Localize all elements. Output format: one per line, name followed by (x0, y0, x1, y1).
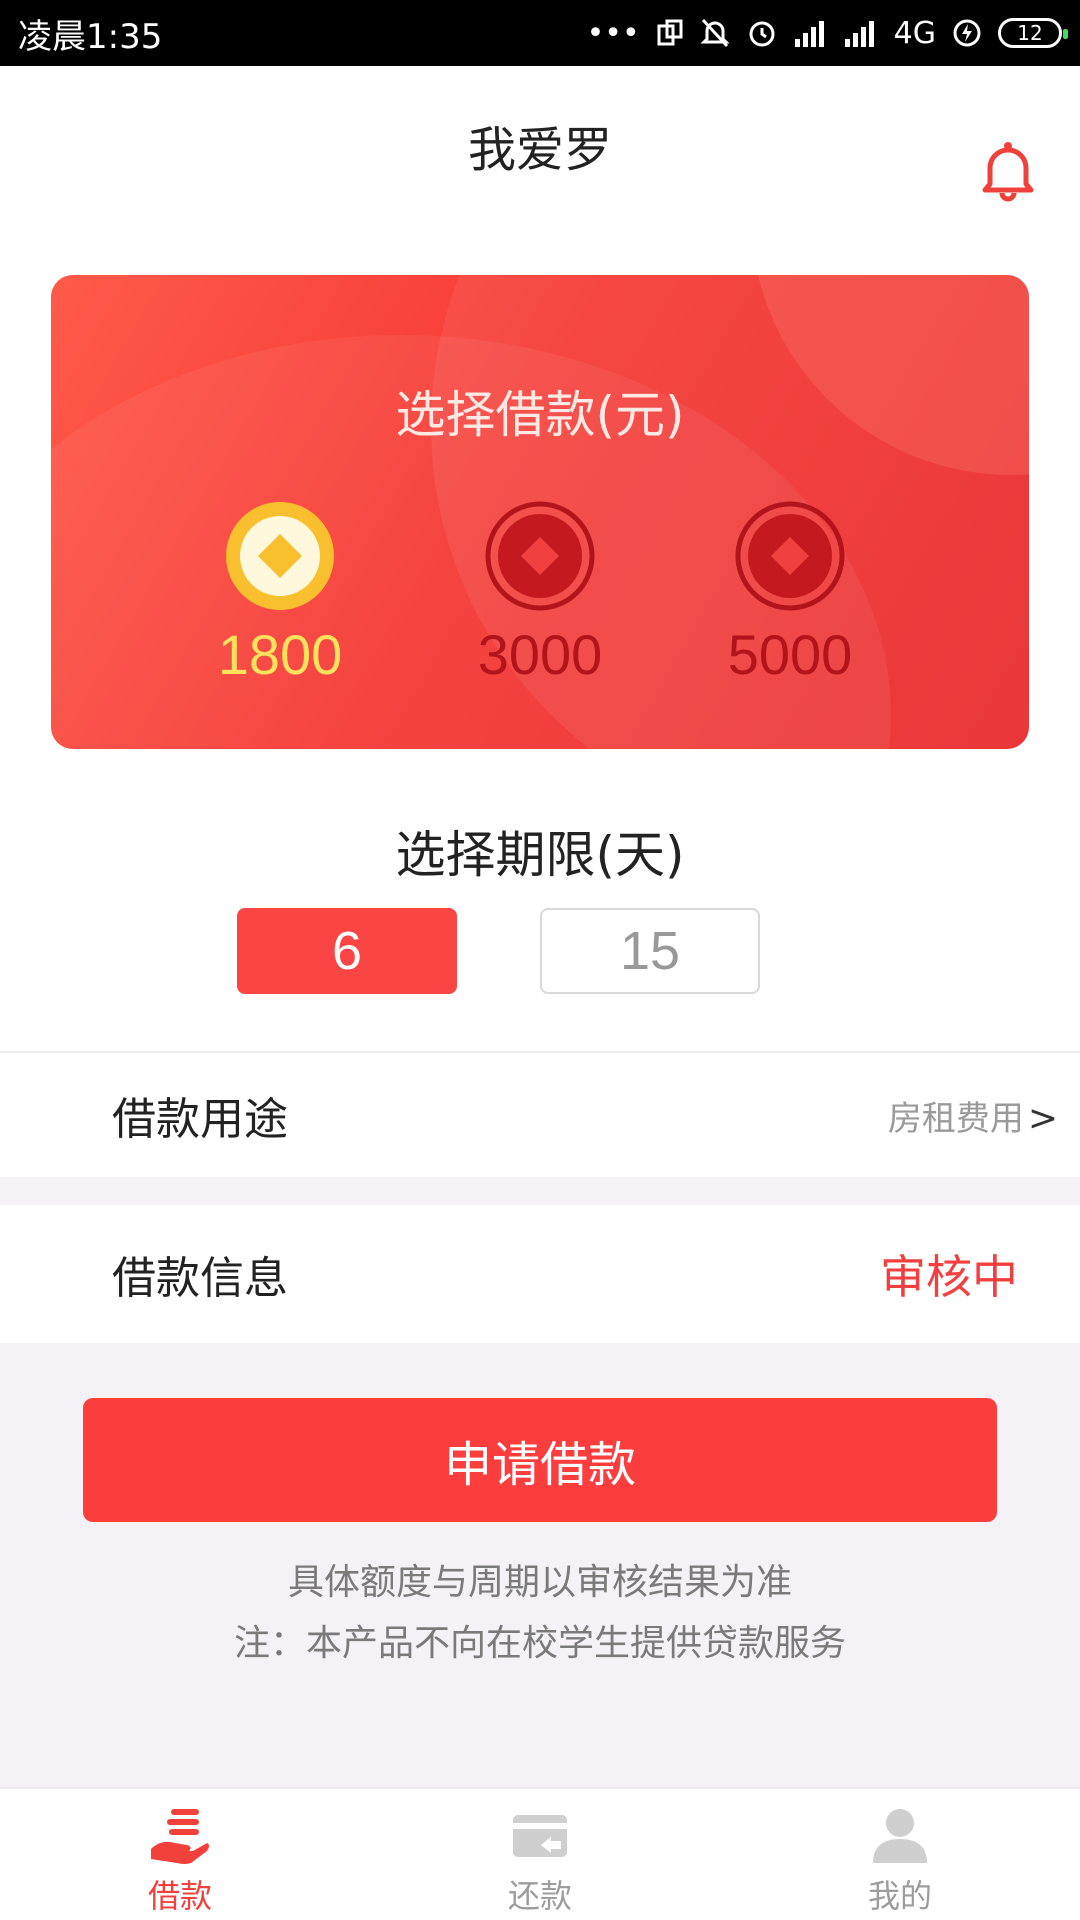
section-divider (0, 1177, 1080, 1205)
bottom-tab-bar: 借款 还款 我的 (0, 1787, 1080, 1920)
battery-icon: 12 (998, 18, 1068, 48)
amount-card: 选择借款(元) 1800 3000 5000 (51, 275, 1029, 749)
loan-info-row[interactable]: 借款信息 审核中 (0, 1205, 1080, 1343)
amount-label: 5000 (727, 623, 853, 686)
amount-label: 3000 (477, 623, 603, 686)
tab-label: 借款 (147, 1877, 212, 1915)
user-icon (867, 1805, 933, 1867)
status-icons: ••• 4G 12 (586, 15, 1068, 51)
network-type: 4G (893, 15, 936, 51)
mute-bell-icon (700, 17, 730, 49)
battery-level: 12 (1017, 21, 1043, 45)
amount-label: 1800 (217, 623, 343, 686)
status-time: 凌晨1:35 (18, 16, 163, 57)
tab-label: 我的 (867, 1877, 932, 1915)
more-dots-icon: ••• (586, 15, 640, 51)
coin-icon (484, 500, 596, 612)
tab-mine[interactable]: 我的 (720, 1789, 1080, 1920)
period-option-6[interactable]: 6 (237, 908, 457, 994)
chevron-right-icon: > (1027, 1097, 1058, 1139)
page-title: 我爱罗 (467, 122, 612, 178)
loan-purpose-text: 房租费用 (887, 1098, 1024, 1139)
note-limit: 具体额度与周期以审核结果为准 (287, 1562, 792, 1603)
screen-rotate-icon (656, 18, 684, 48)
amount-option-1800[interactable]: 1800 (160, 500, 400, 687)
status-bar: 凌晨1:35 ••• 4G 12 (0, 0, 1080, 66)
tab-repay[interactable]: 还款 (360, 1789, 720, 1920)
loan-purpose-row[interactable]: 借款用途 房租费用 > (0, 1051, 1080, 1177)
loan-info-label: 借款信息 (112, 1253, 288, 1304)
tab-loan[interactable]: 借款 (0, 1789, 360, 1920)
coin-icon (734, 500, 846, 612)
charging-icon (952, 18, 982, 48)
period-title: 选择期限(天) (395, 826, 685, 884)
amount-card-title: 选择借款(元) (395, 386, 685, 444)
loan-purpose-value: 房租费用 > (888, 1091, 1058, 1140)
app-header: 我爱罗 (0, 66, 1080, 206)
signal-icon (794, 19, 828, 47)
amount-option-5000[interactable]: 5000 (670, 500, 910, 687)
hd-signal-icon (844, 19, 878, 47)
loan-purpose-label: 借款用途 (112, 1094, 288, 1145)
repay-card-icon (507, 1805, 573, 1867)
bell-icon[interactable] (980, 140, 1036, 202)
tab-label: 还款 (507, 1877, 572, 1915)
apply-loan-button[interactable]: 申请借款 (83, 1398, 997, 1522)
alarm-icon (746, 17, 778, 49)
amount-option-3000[interactable]: 3000 (420, 500, 660, 687)
coin-icon (224, 500, 336, 612)
period-option-15[interactable]: 15 (540, 908, 760, 994)
loan-hand-icon (147, 1805, 213, 1867)
note-students: 注：本产品不向在校学生提供贷款服务 (233, 1623, 846, 1664)
loan-status-value: 审核中 (880, 1250, 1018, 1304)
